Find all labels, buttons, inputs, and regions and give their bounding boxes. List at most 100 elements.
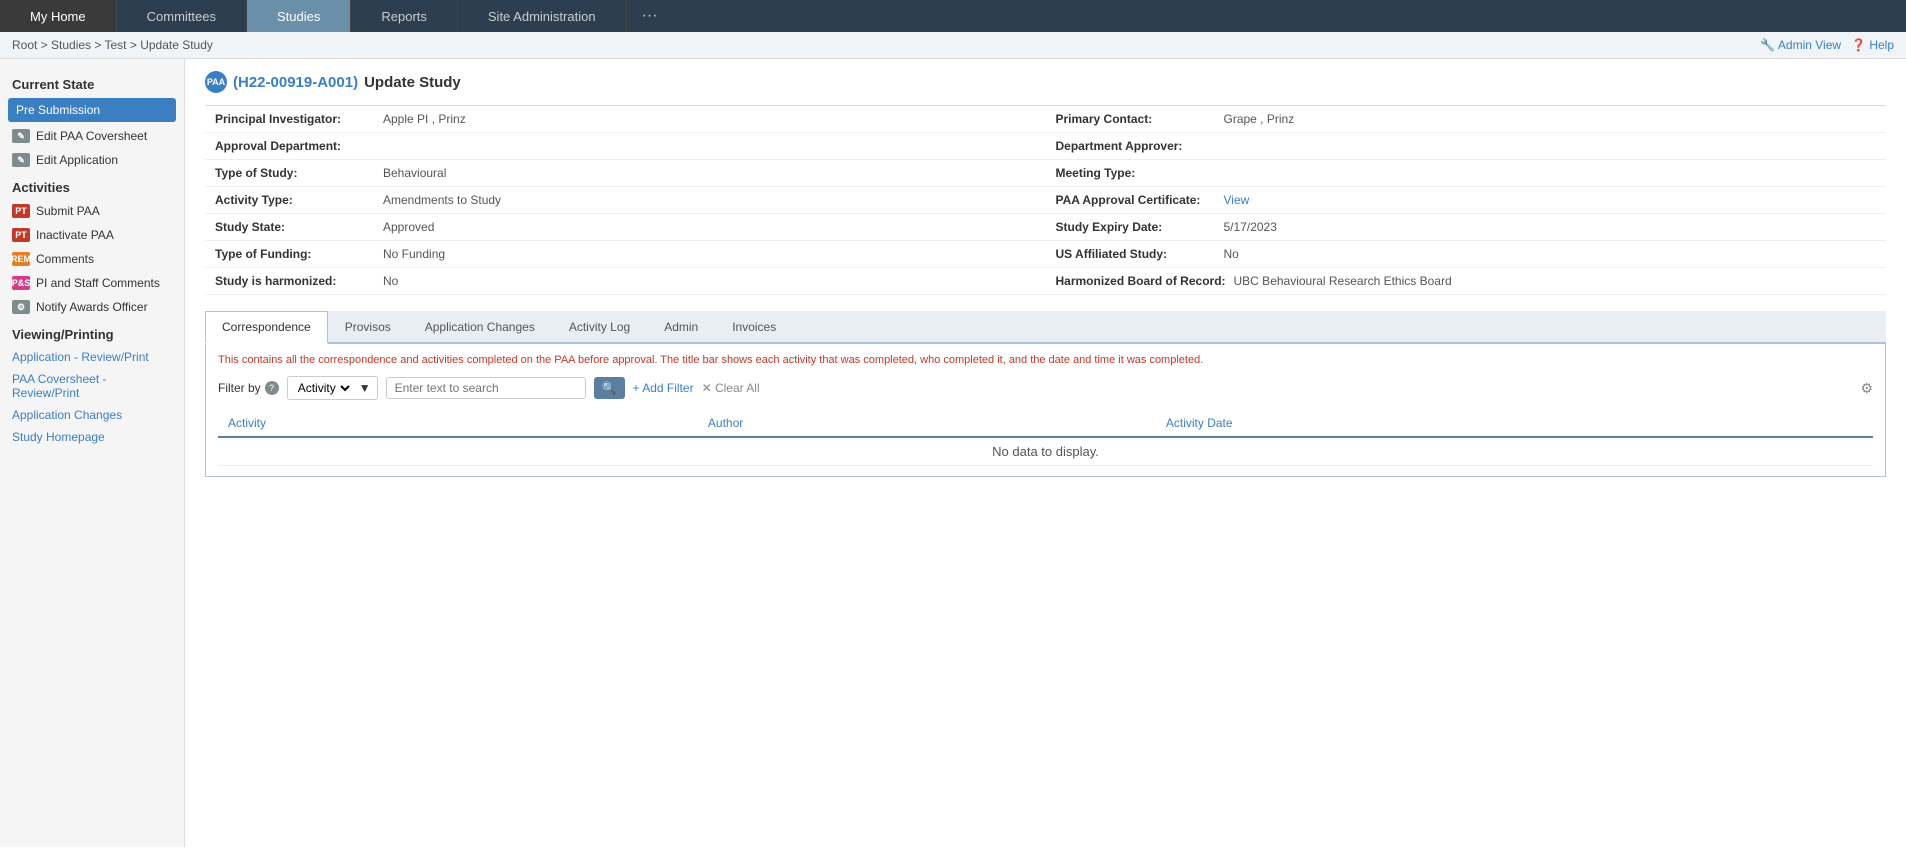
study-id: (H22-00919-A001) (233, 74, 358, 91)
submit-paa-label: Submit PAA (36, 204, 100, 218)
study-harmonized-cell: Study is harmonized: No (205, 268, 1046, 295)
activity-type-cell: Activity Type: Amendments to Study (205, 187, 1046, 214)
primary-contact-cell: Primary Contact: Grape , Prinz (1046, 106, 1887, 133)
type-of-study-cell: Type of Study: Behavioural (205, 160, 1046, 187)
admin-view-link[interactable]: 🔧 Admin View (1760, 38, 1841, 52)
study-state-cell: Study State: Approved (205, 214, 1046, 241)
notify-awards-label: Notify Awards Officer (36, 300, 148, 314)
filter-right: ⚙ (1860, 380, 1873, 397)
tab-correspondence[interactable]: Correspondence (205, 311, 328, 344)
harmonized-board-cell: Harmonized Board of Record: UBC Behaviou… (1046, 268, 1887, 295)
pi-value: Apple PI , Prinz (383, 112, 466, 126)
edit-application-icon: ✎ (12, 153, 30, 167)
notify-awards-btn[interactable]: ⚙ Notify Awards Officer (0, 295, 184, 319)
inactivate-paa-label: Inactivate PAA (36, 228, 114, 242)
filter-dropdown[interactable]: Activity ▼ (287, 376, 378, 400)
nav-more-dots[interactable]: ··· (627, 0, 673, 32)
pi-label: Principal Investigator: (215, 112, 375, 126)
comments-icon: REM (12, 252, 30, 266)
principal-investigator-cell: Principal Investigator: Apple PI , Prinz (205, 106, 1046, 133)
pi-staff-label: PI and Staff Comments (36, 276, 160, 290)
harmonized-board-value: UBC Behavioural Research Ethics Board (1234, 274, 1452, 288)
paa-approval-cert-value[interactable]: View (1224, 193, 1250, 207)
activity-type-label: Activity Type: (215, 193, 375, 207)
inactivate-paa-btn[interactable]: PT Inactivate PAA (0, 223, 184, 247)
paa-approval-cert-cell: PAA Approval Certificate: View (1046, 187, 1887, 214)
study-info-grid: Principal Investigator: Apple PI , Prinz… (205, 105, 1886, 295)
study-homepage-link[interactable]: Study Homepage (0, 426, 184, 448)
activity-type-value: Amendments to Study (383, 193, 501, 207)
harmonized-board-label: Harmonized Board of Record: (1056, 274, 1226, 288)
study-state-label: Study State: (215, 220, 375, 234)
inactivate-paa-icon: PT (12, 228, 30, 242)
tab-activity-log[interactable]: Activity Log (552, 311, 647, 344)
study-expiry-value: 5/17/2023 (1224, 220, 1277, 234)
type-of-study-label: Type of Study: (215, 166, 375, 180)
tab-admin[interactable]: Admin (647, 311, 715, 344)
nav-siteadmin[interactable]: Site Administration (458, 0, 627, 32)
filter-select[interactable]: Activity (294, 380, 353, 396)
comments-label: Comments (36, 252, 94, 266)
study-header: PAA (H22-00919-A001) Update Study (205, 71, 1886, 93)
edit-application-btn[interactable]: ✎ Edit Application (0, 148, 184, 172)
submit-paa-icon: PT (12, 204, 30, 218)
breadcrumb-path: Root > Studies > Test > Update Study (12, 38, 213, 52)
study-title: Update Study (364, 74, 461, 91)
primary-contact-label: Primary Contact: (1056, 112, 1216, 126)
filter-bar: Filter by ? Activity ▼ 🔍 + Add Filter ✕ … (218, 376, 1873, 400)
comments-btn[interactable]: REM Comments (0, 247, 184, 271)
activity-table: Activity Author Activity Date No data to… (218, 410, 1873, 466)
primary-contact-value: Grape , Prinz (1224, 112, 1295, 126)
type-of-funding-value: No Funding (383, 247, 445, 261)
dropdown-chevron-icon: ▼ (359, 381, 371, 395)
dept-approver-cell: Department Approver: (1046, 133, 1887, 160)
edit-coversheet-icon: ✎ (12, 129, 30, 143)
settings-icon[interactable]: ⚙ (1860, 380, 1873, 396)
nav-reports[interactable]: Reports (351, 0, 458, 32)
study-expiry-label: Study Expiry Date: (1056, 220, 1216, 234)
pi-staff-icon: P&S (12, 276, 30, 290)
filter-help-icon[interactable]: ? (265, 381, 279, 395)
paa-coversheet-review-link[interactable]: PAA Coversheet - Review/Print (0, 368, 184, 404)
approval-dept-label: Approval Department: (215, 139, 375, 153)
pre-submission-btn[interactable]: Pre Submission (8, 98, 176, 122)
notify-awards-icon: ⚙ (12, 300, 30, 314)
top-nav: My Home Committees Studies Reports Site … (0, 0, 1906, 32)
viewing-printing-title: Viewing/Printing (0, 319, 184, 346)
current-state-title: Current State (0, 69, 184, 96)
submit-paa-btn[interactable]: PT Submit PAA (0, 199, 184, 223)
pi-staff-comments-btn[interactable]: P&S PI and Staff Comments (0, 271, 184, 295)
col-author: Author (698, 410, 1156, 437)
col-activity: Activity (218, 410, 698, 437)
add-filter-button[interactable]: + Add Filter (633, 381, 694, 395)
meeting-type-cell: Meeting Type: (1046, 160, 1887, 187)
paa-badge: PAA (205, 71, 227, 93)
tab-content: This contains all the correspondence and… (205, 344, 1886, 477)
tabs-bar: Correspondence Provisos Application Chan… (205, 311, 1886, 344)
nav-studies[interactable]: Studies (247, 0, 351, 32)
help-link[interactable]: ❓ Help (1851, 38, 1894, 52)
application-changes-link[interactable]: Application Changes (0, 404, 184, 426)
edit-coversheet-label: Edit PAA Coversheet (36, 129, 147, 143)
us-affiliated-label: US Affiliated Study: (1056, 247, 1216, 261)
main-content: PAA (H22-00919-A001) Update Study Princi… (185, 59, 1906, 847)
tab-provisos[interactable]: Provisos (328, 311, 408, 344)
approval-dept-cell: Approval Department: (205, 133, 1046, 160)
study-expiry-cell: Study Expiry Date: 5/17/2023 (1046, 214, 1887, 241)
filter-search-input[interactable] (386, 377, 586, 399)
application-review-print-link[interactable]: Application - Review/Print (0, 346, 184, 368)
us-affiliated-cell: US Affiliated Study: No (1046, 241, 1887, 268)
type-of-study-value: Behavioural (383, 166, 446, 180)
nav-committees[interactable]: Committees (117, 0, 247, 32)
clear-all-button[interactable]: ✕ Clear All (702, 381, 760, 395)
meeting-type-label: Meeting Type: (1056, 166, 1216, 180)
search-button[interactable]: 🔍 (594, 377, 625, 399)
tab-info-text: This contains all the correspondence and… (218, 354, 1873, 366)
edit-paa-coversheet-btn[interactable]: ✎ Edit PAA Coversheet (0, 124, 184, 148)
nav-myhome[interactable]: My Home (0, 0, 117, 32)
edit-application-label: Edit Application (36, 153, 118, 167)
tab-invoices[interactable]: Invoices (715, 311, 793, 344)
tab-application-changes[interactable]: Application Changes (408, 311, 552, 344)
activities-title: Activities (0, 172, 184, 199)
filter-by-label: Filter by ? (218, 381, 279, 395)
